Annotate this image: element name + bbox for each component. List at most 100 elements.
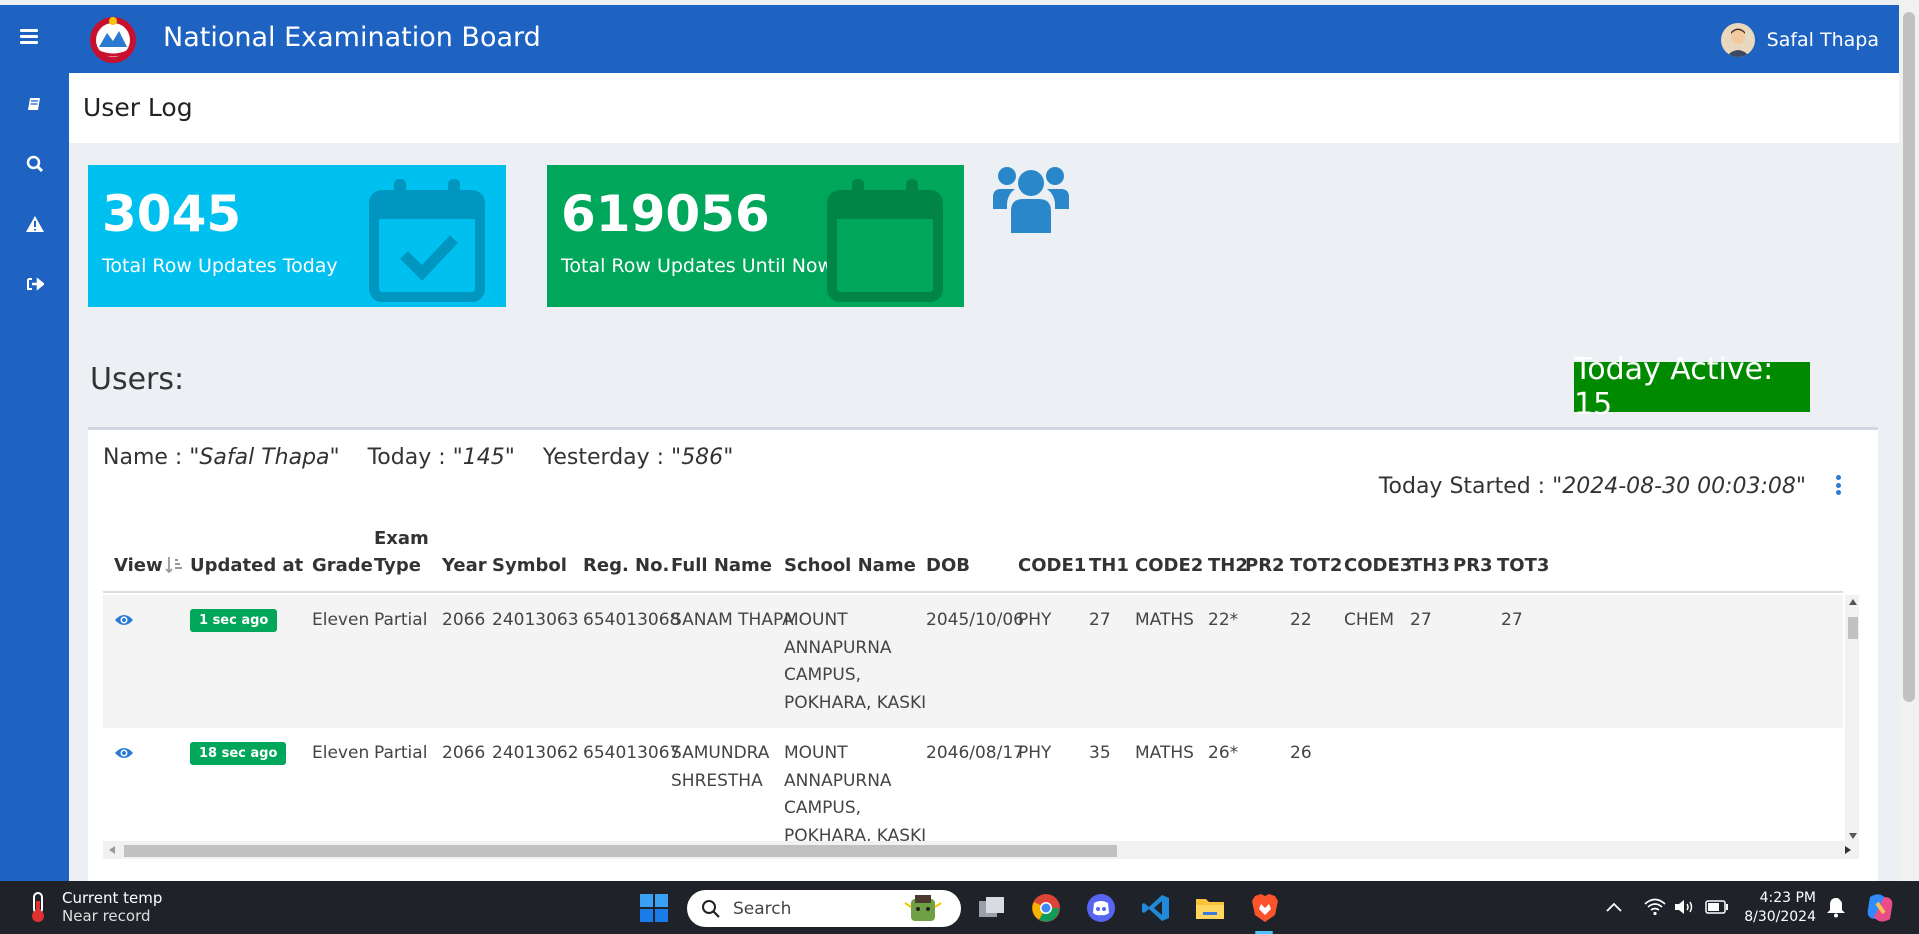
calendar-icon <box>827 179 943 302</box>
col-full-name[interactable]: Full Name <box>671 552 772 579</box>
yesterday-count: 586 <box>681 445 724 470</box>
cell-full-name: SAMUNDRA <box>671 743 770 763</box>
col-view[interactable]: View <box>114 552 163 579</box>
scrollbar-thumb[interactable] <box>124 845 1117 857</box>
table-header: View Updated at Grade Exam Type Year Sym… <box>103 523 1843 593</box>
cell-year: 2066 <box>442 743 486 763</box>
wifi-icon[interactable] <box>1644 898 1666 916</box>
col-th2[interactable]: TH2 <box>1208 552 1248 579</box>
stat-box-total: 619056 Total Row Updates Until Now <box>547 165 964 307</box>
windows-taskbar: Current temp Near record Search 4:23 PM … <box>0 881 1919 934</box>
brave-browser-icon[interactable] <box>1249 892 1281 924</box>
col-updated-at[interactable]: Updated at <box>190 552 303 579</box>
more-options-icon[interactable] <box>1836 475 1842 495</box>
col-tot2[interactable]: TOT2 <box>1290 552 1342 579</box>
scrollbar-thumb[interactable] <box>1903 12 1915 702</box>
col-type[interactable]: Type <box>374 552 421 579</box>
windows-start-icon[interactable] <box>638 892 670 924</box>
hamburger-menu-icon[interactable] <box>20 29 38 44</box>
cell-school-line3: CAMPUS, <box>784 798 862 818</box>
table-row: 18 sec ago Eleven Partial 2066 24013062 … <box>103 728 1843 843</box>
name-label: Name : " <box>103 445 200 470</box>
stat-value: 3045 <box>102 185 242 243</box>
cell-school-line2: ANNAPURNA <box>784 770 892 791</box>
col-code3[interactable]: CODE3 <box>1344 552 1412 579</box>
scroll-left-icon[interactable] <box>109 846 115 854</box>
cell-code1: PHY <box>1018 610 1052 630</box>
search-icon[interactable] <box>22 151 48 177</box>
view-eye-icon[interactable] <box>114 613 134 627</box>
search-placeholder: Search <box>733 898 792 919</box>
cell-exam-type: Partial <box>374 743 428 763</box>
notification-bell-icon[interactable] <box>1826 896 1846 918</box>
battery-icon[interactable] <box>1705 900 1729 914</box>
today-count: 145 <box>462 445 505 470</box>
file-explorer-icon[interactable] <box>1194 892 1226 924</box>
scroll-up-icon[interactable] <box>1849 599 1857 605</box>
vscode-icon[interactable] <box>1140 892 1172 924</box>
col-pr3[interactable]: PR3 <box>1453 552 1493 579</box>
volume-icon[interactable] <box>1674 898 1696 916</box>
col-code2[interactable]: CODE2 <box>1135 552 1203 579</box>
user-log-panel: Name : "Safal Thapa" Today : "145" Yeste… <box>88 427 1878 881</box>
avatar <box>1720 23 1755 57</box>
scrollbar-thumb[interactable] <box>1848 617 1858 639</box>
sort-icon[interactable] <box>165 556 183 574</box>
taskbar-clock[interactable]: 4:23 PM 8/30/2024 <box>1730 889 1816 927</box>
search-icon <box>702 899 720 918</box>
col-exam[interactable]: Exam <box>374 525 429 552</box>
col-tot3[interactable]: TOT3 <box>1497 552 1549 579</box>
col-pr2[interactable]: PR2 <box>1245 552 1285 579</box>
cell-th1: 27 <box>1089 610 1111 630</box>
cell-reg-no: 654013068 <box>583 610 681 630</box>
col-grade[interactable]: Grade <box>312 552 373 579</box>
scroll-down-icon[interactable] <box>1849 833 1857 839</box>
scroll-right-icon[interactable] <box>1845 846 1851 854</box>
col-school-name[interactable]: School Name <box>784 552 916 579</box>
cell-exam-type: Partial <box>374 610 428 630</box>
table-horizontal-scrollbar[interactable] <box>103 841 1859 859</box>
cell-th2: 26* <box>1208 743 1239 763</box>
col-dob[interactable]: DOB <box>926 552 970 579</box>
book-icon[interactable] <box>22 91 48 117</box>
page-scrollbar[interactable] <box>1899 0 1919 881</box>
today-active-badge: Today Active: 15 <box>1574 352 1810 422</box>
cell-full-name: SANAM THAPA <box>671 610 794 630</box>
col-year[interactable]: Year <box>442 552 487 579</box>
calendar-check-icon <box>369 179 485 302</box>
task-view-icon[interactable] <box>976 892 1008 924</box>
warning-icon[interactable] <box>22 211 48 237</box>
cell-school-line2: ANNAPURNA <box>784 637 892 658</box>
sidebar <box>0 73 69 881</box>
user-menu[interactable]: Safal Thapa <box>1720 23 1879 57</box>
user-log-table: View Updated at Grade Exam Type Year Sym… <box>103 523 1859 843</box>
stat-label: Total Row Updates Until Now <box>561 255 834 277</box>
updated-badge: 18 sec ago <box>190 742 287 765</box>
col-th1[interactable]: TH1 <box>1089 552 1129 579</box>
taskbar-search[interactable]: Search <box>687 890 961 927</box>
col-code1[interactable]: CODE1 <box>1018 552 1086 579</box>
cell-school-line4: POKHARA, KASKI <box>784 692 927 713</box>
today-started: Today Started : "2024-08-30 00:03:08" <box>1379 474 1806 499</box>
stat-label: Total Row Updates Today <box>102 255 338 277</box>
cell-school-line3: CAMPUS, <box>784 665 862 685</box>
weather-subtitle: Near record <box>62 907 151 925</box>
nepal-emblem-logo[interactable] <box>85 13 141 65</box>
copilot-icon[interactable] <box>1864 893 1896 923</box>
chevron-up-icon[interactable] <box>1606 902 1622 912</box>
cell-th2: 22* <box>1208 610 1239 630</box>
chrome-icon[interactable] <box>1030 892 1062 924</box>
search-highlight-icon <box>904 895 942 921</box>
discord-icon[interactable] <box>1085 892 1117 924</box>
user-summary: Name : "Safal Thapa" Today : "145" Yeste… <box>103 445 733 470</box>
col-th3[interactable]: TH3 <box>1410 552 1450 579</box>
sign-out-icon[interactable] <box>22 271 48 297</box>
col-symbol[interactable]: Symbol <box>492 552 567 579</box>
col-reg-no[interactable]: Reg. No. <box>583 552 669 579</box>
view-eye-icon[interactable] <box>114 746 134 760</box>
cell-grade: Eleven <box>312 610 370 630</box>
started-label: Today Started : " <box>1378 474 1563 499</box>
table-vertical-scrollbar[interactable] <box>1845 595 1859 843</box>
app-title[interactable]: National Examination Board <box>163 22 541 53</box>
weather-widget[interactable]: Current temp Near record <box>26 889 162 925</box>
